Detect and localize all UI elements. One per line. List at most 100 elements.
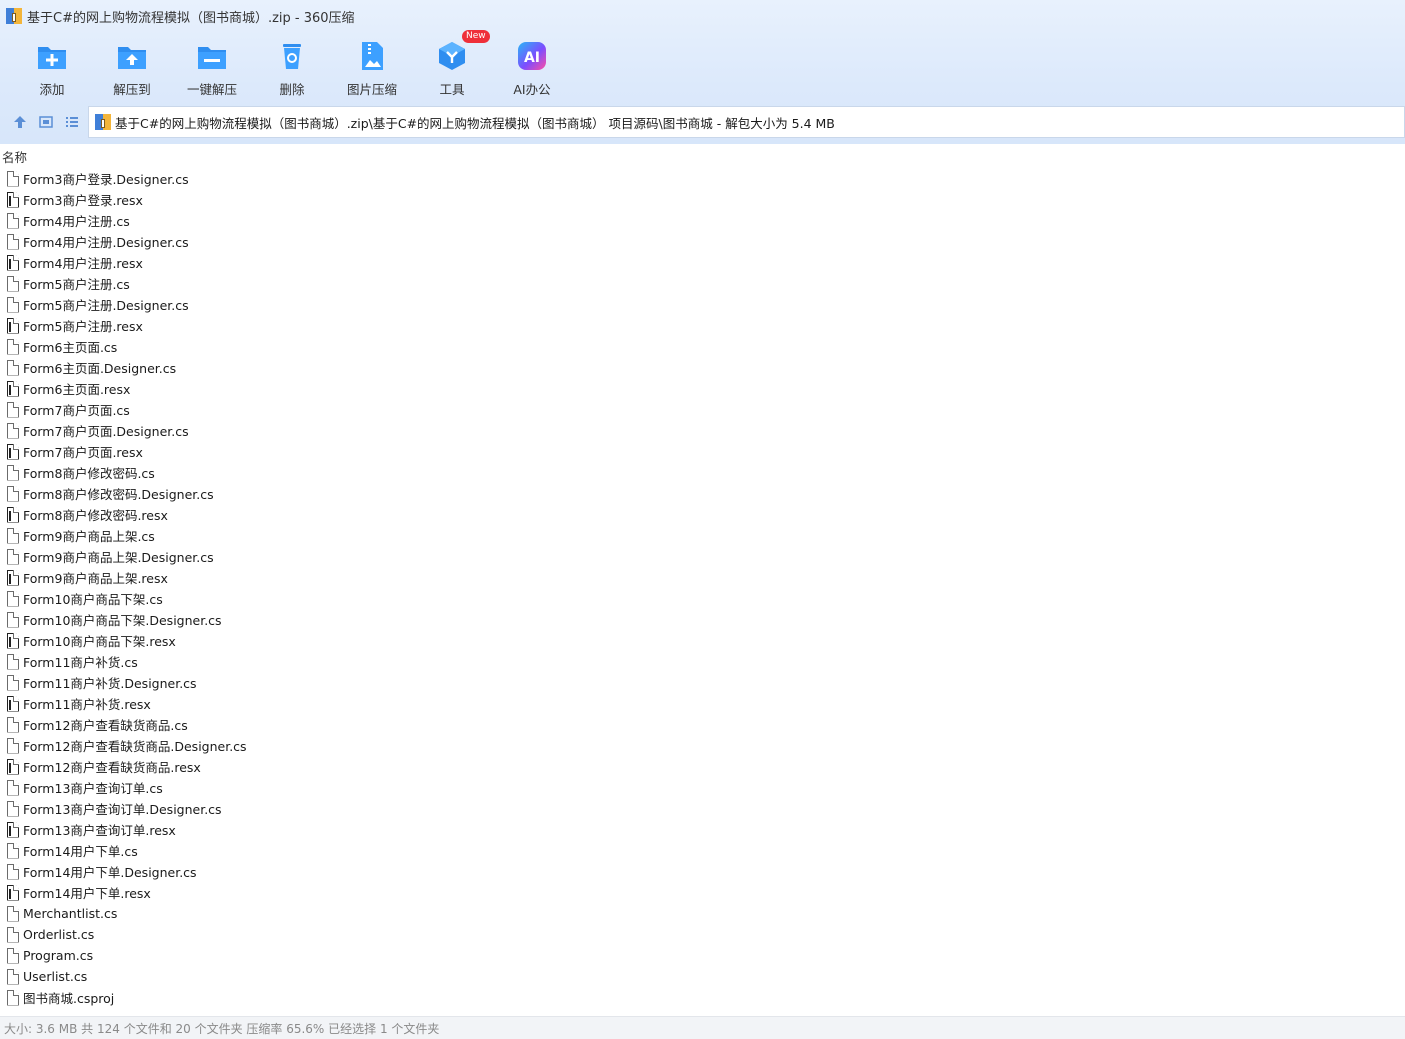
file-row[interactable]: Form11商户补货.cs xyxy=(0,651,1405,672)
file-icon xyxy=(7,359,19,376)
file-row[interactable]: Form12商户查看缺货商品.cs xyxy=(0,714,1405,735)
file-row[interactable]: Form13商户查询订单.Designer.cs xyxy=(0,798,1405,819)
file-name: Form6主页面.resx xyxy=(23,382,131,397)
ai-office-button[interactable]: AI AI办公 xyxy=(492,36,572,100)
file-icon xyxy=(7,884,19,901)
file-name: Form11商户补货.Designer.cs xyxy=(23,676,197,691)
top-bar: 基于C#的网上购物流程模拟（图书商城）.zip - 360压缩 添加 解压到 一… xyxy=(0,0,1405,144)
file-row[interactable]: Form8商户修改密码.resx xyxy=(0,504,1405,525)
column-header-name[interactable]: 名称 xyxy=(0,146,1405,166)
file-name: Form10商户商品下架.resx xyxy=(23,634,176,649)
file-name: Form8商户修改密码.cs xyxy=(23,466,155,481)
tools-button[interactable]: New 工具 xyxy=(412,30,492,100)
toolbar: 添加 解压到 一键解压 删除 图片压缩 New 工具 AI AI办公 xyxy=(12,30,572,100)
thumbnail-view-button[interactable] xyxy=(33,109,59,135)
file-row[interactable]: Form9商户商品上架.cs xyxy=(0,525,1405,546)
file-name: Form7商户页面.resx xyxy=(23,445,143,460)
address-path: 基于C#的网上购物流程模拟（图书商城）.zip\基于C#的网上购物流程模拟（图书… xyxy=(115,115,835,131)
extract-to-folder-icon xyxy=(115,39,149,73)
file-row[interactable]: Form9商户商品上架.resx xyxy=(0,567,1405,588)
file-row[interactable]: Form6主页面.cs xyxy=(0,336,1405,357)
ai-office-label: AI办公 xyxy=(513,82,551,97)
file-row[interactable]: Form5商户注册.cs xyxy=(0,273,1405,294)
file-row[interactable]: Form13商户查询订单.resx xyxy=(0,819,1405,840)
up-button[interactable] xyxy=(7,109,33,135)
archive-icon xyxy=(95,114,111,130)
extract-to-label: 解压到 xyxy=(113,82,151,97)
file-row[interactable]: Form5商户注册.resx xyxy=(0,315,1405,336)
delete-button[interactable]: 删除 xyxy=(252,36,332,100)
file-name: Form10商户商品下架.Designer.cs xyxy=(23,613,222,628)
file-icon xyxy=(7,695,19,712)
file-row[interactable]: Form7商户页面.Designer.cs xyxy=(0,420,1405,441)
file-row[interactable]: Form14用户下单.resx xyxy=(0,882,1405,903)
file-row[interactable]: Form3商户登录.Designer.cs xyxy=(0,168,1405,189)
file-name: 图书商城.csproj xyxy=(23,991,115,1006)
tools-cube-icon xyxy=(435,39,469,73)
file-icon xyxy=(7,926,19,943)
file-row[interactable]: Userlist.cs xyxy=(0,966,1405,987)
file-row[interactable]: Form10商户商品下架.cs xyxy=(0,588,1405,609)
add-label: 添加 xyxy=(39,82,65,97)
file-row[interactable]: Form4用户注册.Designer.cs xyxy=(0,231,1405,252)
file-name: Form3商户登录.resx xyxy=(23,193,143,208)
file-row[interactable]: Form14用户下单.Designer.cs xyxy=(0,861,1405,882)
file-name: Form4用户注册.Designer.cs xyxy=(23,235,189,250)
address-bar[interactable]: 基于C#的网上购物流程模拟（图书商城）.zip\基于C#的网上购物流程模拟（图书… xyxy=(88,106,1405,138)
file-row[interactable]: Form11商户补货.resx xyxy=(0,693,1405,714)
file-row[interactable]: Form6主页面.Designer.cs xyxy=(0,357,1405,378)
file-row[interactable]: Merchantlist.cs xyxy=(0,903,1405,924)
file-row[interactable]: Form12商户查看缺货商品.resx xyxy=(0,756,1405,777)
extract-to-button[interactable]: 解压到 xyxy=(92,36,172,100)
file-row[interactable]: Form4用户注册.resx xyxy=(0,252,1405,273)
file-icon xyxy=(7,275,19,292)
file-row[interactable]: Form13商户查询订单.cs xyxy=(0,777,1405,798)
quick-extract-button[interactable]: 一键解压 xyxy=(172,36,252,100)
file-row[interactable]: Form8商户修改密码.cs xyxy=(0,462,1405,483)
file-row[interactable]: Form10商户商品下架.Designer.cs xyxy=(0,609,1405,630)
file-row[interactable]: Form14用户下单.cs xyxy=(0,840,1405,861)
file-icon xyxy=(7,191,19,208)
file-row[interactable]: Form3商户登录.resx xyxy=(0,189,1405,210)
file-row[interactable]: Form7商户页面.resx xyxy=(0,441,1405,462)
file-row[interactable]: 图书商城.csproj xyxy=(0,987,1405,1008)
file-row[interactable]: Program.cs xyxy=(0,945,1405,966)
recycle-bin-icon xyxy=(275,39,309,73)
file-row[interactable]: Form8商户修改密码.Designer.cs xyxy=(0,483,1405,504)
add-button[interactable]: 添加 xyxy=(12,36,92,100)
archive-app-icon xyxy=(6,8,22,24)
file-name: Form6主页面.cs xyxy=(23,340,118,355)
file-row[interactable]: Form6主页面.resx xyxy=(0,378,1405,399)
file-name: Form5商户注册.resx xyxy=(23,319,143,334)
status-bar: 大小: 3.6 MB 共 124 个文件和 20 个文件夹 压缩率 65.6% … xyxy=(0,1016,1405,1039)
file-name: Form4用户注册.resx xyxy=(23,256,143,271)
file-name: Form9商户商品上架.cs xyxy=(23,529,155,544)
file-name: Form9商户商品上架.Designer.cs xyxy=(23,550,214,565)
file-icon xyxy=(7,170,19,187)
file-row[interactable]: Form4用户注册.cs xyxy=(0,210,1405,231)
file-name: Form14用户下单.Designer.cs xyxy=(23,865,197,880)
file-icon xyxy=(7,401,19,418)
list-view-button[interactable] xyxy=(59,109,85,135)
file-row[interactable]: Form7商户页面.cs xyxy=(0,399,1405,420)
file-row[interactable]: Form10商户商品下架.resx xyxy=(0,630,1405,651)
file-row[interactable]: Orderlist.cs xyxy=(0,924,1405,945)
file-name: Form12商户查看缺货商品.cs xyxy=(23,718,188,733)
file-icon xyxy=(7,485,19,502)
image-compress-label: 图片压缩 xyxy=(346,82,397,97)
file-list: Form3商户登录.Designer.cs Form3商户登录.resx Form4… xyxy=(0,168,1405,1008)
file-name: Form13商户查询订单.cs xyxy=(23,781,163,796)
quick-extract-label: 一键解压 xyxy=(186,82,237,97)
delete-label: 删除 xyxy=(279,82,305,97)
status-text: 大小: 3.6 MB 共 124 个文件和 20 个文件夹 压缩率 65.6% … xyxy=(4,1021,440,1036)
file-row[interactable]: Form12商户查看缺货商品.Designer.cs xyxy=(0,735,1405,756)
file-row[interactable]: Form11商户补货.Designer.cs xyxy=(0,672,1405,693)
file-name: Form13商户查询订单.resx xyxy=(23,823,176,838)
file-name: Form12商户查看缺货商品.Designer.cs xyxy=(23,739,247,754)
quick-extract-icon xyxy=(195,39,229,73)
image-compress-button[interactable]: 图片压缩 xyxy=(332,36,412,100)
file-row[interactable]: Form5商户注册.Designer.cs xyxy=(0,294,1405,315)
file-icon xyxy=(7,590,19,607)
file-icon xyxy=(7,317,19,334)
file-row[interactable]: Form9商户商品上架.Designer.cs xyxy=(0,546,1405,567)
